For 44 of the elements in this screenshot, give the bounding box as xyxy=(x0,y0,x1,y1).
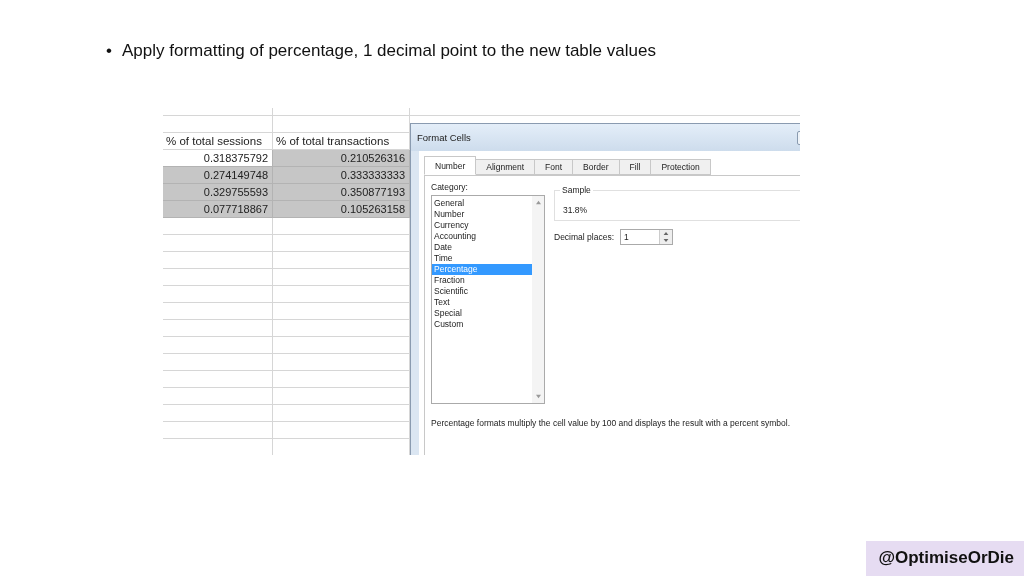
bullet-mark: • xyxy=(106,41,112,62)
list-item[interactable]: Time xyxy=(432,253,532,264)
table-row[interactable]: 0.329755593 0.350877193 xyxy=(163,184,410,201)
sample-label: Sample xyxy=(560,185,593,195)
list-item[interactable]: Date xyxy=(432,242,532,253)
decimal-places-label: Decimal places: xyxy=(554,232,614,242)
list-item[interactable]: General xyxy=(432,198,532,209)
list-item[interactable]: Text xyxy=(432,297,532,308)
list-item[interactable]: Special xyxy=(432,308,532,319)
table-cell: 0.077718867 xyxy=(163,201,273,218)
table-cell: 0.329755593 xyxy=(163,184,273,201)
scroll-down-icon[interactable] xyxy=(534,394,542,399)
table-row[interactable]: 0.318375792 0.210526316 xyxy=(163,150,410,167)
category-label: Category: xyxy=(431,182,469,192)
window-title: Format Cells xyxy=(417,132,471,143)
sample-value: 31.8% xyxy=(563,205,588,215)
table-cell: 0.105263158 xyxy=(273,201,410,218)
description-text: Percentage formats multiply the cell value by 100 and displays the result with a percent symbol. xyxy=(431,418,792,428)
author-handle: @OptimiseOrDie xyxy=(866,541,1024,576)
spin-up-icon[interactable] xyxy=(662,231,670,236)
list-item[interactable]: Scientific xyxy=(432,286,532,297)
list-item[interactable]: Currency xyxy=(432,220,532,231)
list-item[interactable]: Fraction xyxy=(432,275,532,286)
bullet-text: Apply formatting of percentage, 1 decimal point to the new table values xyxy=(121,41,656,62)
category-list[interactable]: General Number Currency Accounting Date Time Percentage Fraction Scientific Text Special Custom xyxy=(431,195,545,404)
table-cell: 0.350877193 xyxy=(273,184,410,201)
spin-down-icon[interactable] xyxy=(662,238,670,243)
table-cell: 0.318375792 xyxy=(163,150,273,167)
list-item[interactable]: Number xyxy=(432,209,532,220)
tab[interactable]: Fill xyxy=(619,159,652,175)
table-cell: 0.333333333 xyxy=(273,167,410,184)
table-row[interactable]: 0.274149748 0.333333333 xyxy=(163,167,410,184)
tab[interactable]: Protection xyxy=(651,159,711,175)
table-cell: 0.210526316 xyxy=(273,150,410,167)
tab[interactable]: Alignment xyxy=(476,159,536,175)
decimal-places-field[interactable]: 1 xyxy=(620,229,673,245)
table-cell: 0.274149748 xyxy=(163,167,273,184)
scroll-up-icon[interactable] xyxy=(534,200,542,205)
list-item[interactable]: Accounting xyxy=(432,231,532,242)
list-item[interactable]: Custom xyxy=(432,319,532,330)
tab[interactable]: Border xyxy=(573,159,620,175)
table-row[interactable]: 0.077718867 0.105263158 xyxy=(163,201,410,218)
tab[interactable]: Font xyxy=(535,159,574,175)
tab[interactable]: Number xyxy=(424,156,477,175)
